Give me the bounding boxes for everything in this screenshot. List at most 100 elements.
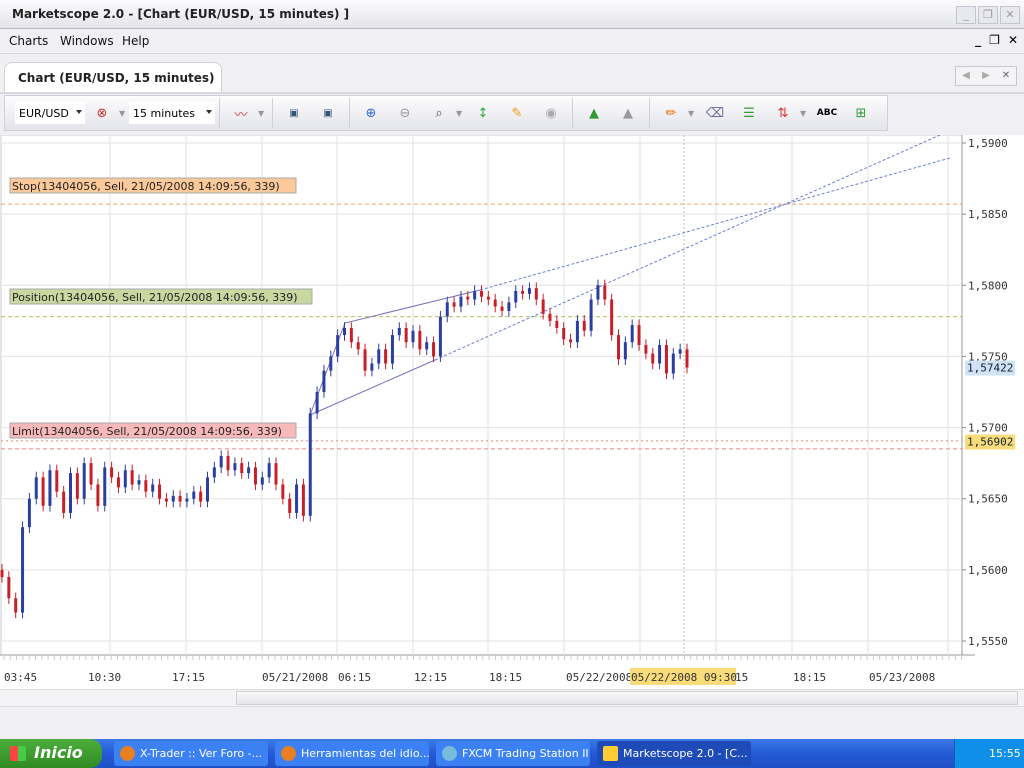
tab-next-button[interactable]: ▶ [976,67,996,85]
plot-area [0,134,963,656]
crosshair-time-label: 05/22/2008 09:30 [631,671,737,684]
task-label: Herramientas del idio... [301,747,429,760]
candle-body [521,290,525,294]
candle-body [206,477,209,502]
candle-body [452,302,456,307]
candle-body [274,463,278,485]
maximize-button[interactable]: ❐ [978,6,998,24]
tab-prev-button[interactable]: ◀ [956,67,976,85]
y-tick-label: 1,5600 [968,564,1008,577]
candle-body [336,335,340,357]
price-chart[interactable]: 1,5900 1,5850 1,5800 1,5750 1,5700 1,5650 1,56… [0,134,1024,690]
candle-body [617,335,620,360]
marketscope-icon [603,746,618,761]
mdi-close-button[interactable]: ✕ [1008,33,1018,47]
task-marketscope[interactable]: Marketscope 2.0 - [C... [597,741,751,766]
candle-body [548,313,552,321]
candle-body [192,491,196,499]
candle-body [110,467,114,478]
candle-body [370,363,374,371]
candle-body [459,296,463,307]
candle-body [664,345,668,374]
task-herramientas[interactable]: Herramientas del idio... [275,741,429,766]
tab-close-button[interactable]: ✕ [996,67,1016,85]
properties-icon[interactable]: ✎ [500,100,534,126]
add-indicator-icon[interactable]: ▲ [577,100,611,126]
candle-body [514,290,518,303]
y-tick-label: 1,5850 [968,208,1008,221]
tab-chart[interactable]: Chart (EUR/USD, 15 minutes) [4,62,222,92]
menu-bar: Charts Windows Help _ ❐ ✕ [0,29,1024,54]
candle-body [219,456,223,468]
candle-body [233,463,237,471]
candle-body [137,480,141,485]
x-tick-label: 03:45 [4,671,37,684]
current-price-label: 1,57422 [967,362,1013,375]
mdi-restore-button[interactable]: ❐ [989,33,1000,47]
pencil-icon[interactable]: ✏ [654,100,688,126]
candle-body [486,296,490,300]
y-tick-label: 1,5900 [968,137,1008,150]
candle-body [151,484,155,492]
candle-body [569,339,573,343]
x-tick-label: 05/22/2008 [566,671,632,684]
candle-body [644,345,648,354]
y-tick-label: 1,5700 [968,422,1008,435]
start-button[interactable]: Inicio [0,739,102,768]
task-xtrader[interactable]: X-Trader :: Ver Foro -... [114,741,268,766]
zoom-in-icon[interactable]: ⊕ [354,100,388,126]
menu-help[interactable]: Help [122,34,149,48]
zoom-out-icon[interactable]: ⊖ [388,100,422,126]
eraser-icon[interactable]: ⌫ [698,100,732,126]
candle-body [322,370,326,393]
candle-body [637,325,641,346]
close-button[interactable]: ✕ [1000,6,1020,24]
hierarchy-icon[interactable]: ⊞ [844,100,878,126]
mdi-minimize-button[interactable]: _ [975,33,981,47]
candle-body [260,477,264,485]
order-icon[interactable]: ⇅ [766,100,800,126]
candle-body [596,285,600,300]
remove-instrument-icon[interactable]: ⊗ [85,100,119,126]
candle-body [630,325,634,343]
add-text-icon[interactable]: ABC [810,100,844,126]
candle-body [62,491,66,513]
menu-windows[interactable]: Windows [60,34,114,48]
candle-body [397,327,401,336]
candle-body [0,569,4,577]
timeframe-select[interactable]: 15 minutes [129,102,215,124]
window-title: Marketscope 2.0 - [Chart (EUR/USD, 15 mi… [12,7,350,21]
zoom-vertical-icon[interactable]: ⌕ [422,100,456,126]
clock: 15:55 [989,747,1021,760]
candle-body [288,498,292,513]
bid-chart-icon[interactable]: ▣ [277,100,311,126]
y-tick-label: 1,5550 [968,635,1008,648]
candle-body [534,288,538,300]
eye-icon[interactable]: ◉ [534,100,568,126]
menu-charts[interactable]: Charts [9,34,48,48]
horizontal-scrollbar[interactable] [0,689,1024,706]
y-tick-label: 1,5650 [968,493,1008,506]
minimize-button[interactable]: _ [956,6,976,24]
candle-body [500,306,504,311]
instrument-select[interactable]: EUR/USD [15,102,85,124]
candle-body [103,467,107,506]
chart-canvas[interactable]: 1,59001,58501,58001,57501,57001,56501,56… [0,134,1024,690]
autoscale-icon[interactable]: ↕ [466,100,500,126]
candle-body [363,349,367,371]
trade-list-icon[interactable]: ☰ [732,100,766,126]
candle-body [123,470,127,488]
candle-body [82,463,86,499]
chart-type-icon[interactable]: 〰 [224,100,258,126]
system-tray: 15:55 [954,739,1024,768]
task-fxcm[interactable]: FXCM Trading Station II [436,741,590,766]
scrollbar-thumb[interactable] [236,691,1018,705]
candle-body [158,484,162,499]
candle-body [7,576,11,599]
candle-body [226,456,230,471]
candle-body [89,463,93,485]
candle-body [404,327,408,343]
candle-body [240,463,244,474]
remove-indicator-icon[interactable]: ▲ [611,100,645,126]
ask-chart-icon[interactable]: ▣ [311,100,345,126]
